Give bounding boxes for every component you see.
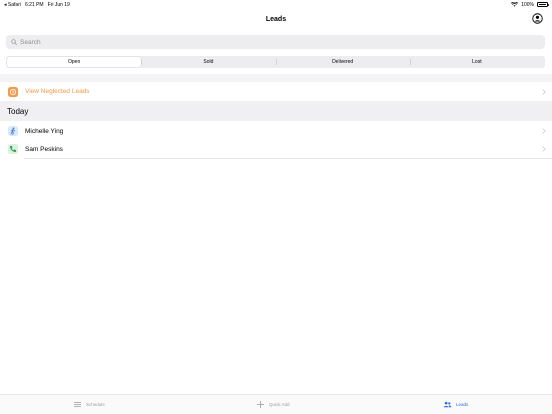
segment-lost[interactable]: Lost	[409, 57, 544, 67]
battery-icon	[537, 2, 549, 7]
search-icon	[11, 39, 17, 45]
segment-sold[interactable]: Sold	[141, 57, 275, 67]
view-neglected-leads-row[interactable]: View Neglected Leads	[0, 82, 552, 101]
plus-icon	[257, 401, 264, 408]
lead-name: Michelle Ying	[25, 127, 64, 135]
search-input[interactable]	[20, 38, 520, 46]
tab-leads[interactable]: Leads	[443, 400, 468, 409]
people-icon	[443, 401, 452, 408]
status-time: 6:21 PM	[24, 1, 44, 8]
search-bar[interactable]	[6, 35, 545, 49]
tab-schedule[interactable]: Schedule	[73, 400, 105, 409]
person-circle-icon[interactable]	[532, 13, 543, 24]
tab-schedule-label: Schedule	[86, 402, 105, 407]
lead-name: Sam Peskins	[25, 145, 63, 153]
tab-bar: Schedule Quick Add Leads	[0, 394, 552, 414]
wifi-icon	[511, 2, 519, 7]
phone-icon	[8, 144, 18, 154]
lead-row-michelle-ying[interactable]: Michelle Ying	[0, 122, 552, 140]
list-icon	[74, 402, 81, 407]
tab-leads-label: Leads	[456, 402, 469, 407]
battery-percent: 100%	[521, 1, 534, 8]
status-date: Fri Jun 19	[47, 1, 70, 8]
section-separator	[0, 74, 552, 82]
walk-in-icon	[8, 126, 18, 136]
section-header-today: Today	[0, 101, 552, 121]
lead-row-sam-peskins[interactable]: Sam Peskins	[0, 140, 552, 158]
back-app-label: Safari	[7, 1, 21, 8]
chevron-right-icon	[542, 88, 546, 95]
navigation-bar: Leads	[0, 9, 552, 29]
status-bar: ◂ Safari 6:21 PM Fri Jun 19 100%	[0, 0, 552, 9]
battery-fill	[538, 3, 547, 6]
status-left: ◂ Safari 6:21 PM Fri Jun 19	[4, 2, 70, 8]
chevron-right-icon	[542, 128, 546, 134]
neglected-leads-label: View Neglected Leads	[25, 88, 90, 95]
status-right: 100%	[511, 1, 549, 8]
clock-icon	[8, 86, 18, 97]
page-title: Leads	[265, 15, 287, 23]
chevron-right-icon	[542, 146, 546, 152]
segment-delivered[interactable]: Delivered	[275, 57, 410, 67]
back-to-app-link[interactable]: ◂ Safari	[4, 2, 21, 8]
tab-quick-add-label: Quick Add	[269, 402, 290, 407]
tab-quick-add[interactable]: Quick Add	[256, 400, 290, 409]
segment-open[interactable]: Open	[7, 57, 142, 67]
status-segmented-control: Open Sold Delivered Lost	[6, 56, 545, 68]
